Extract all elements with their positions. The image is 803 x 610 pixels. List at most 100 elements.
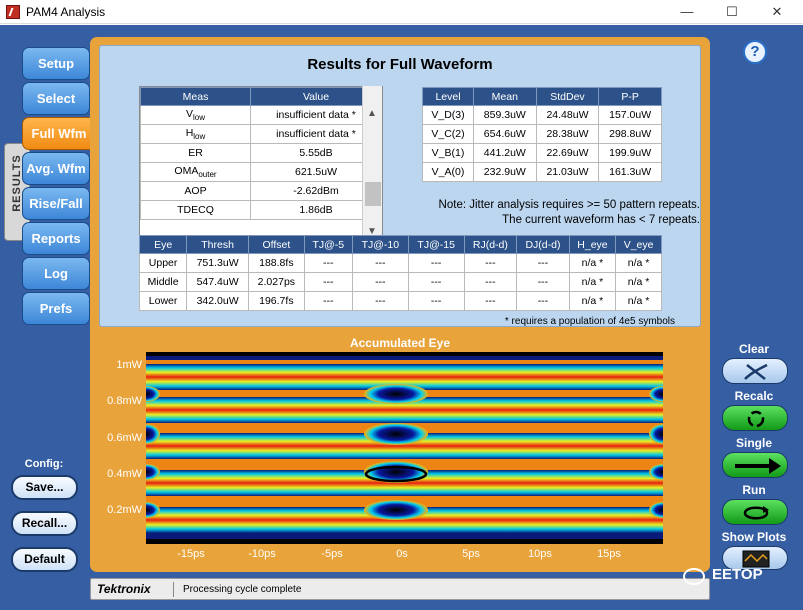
table-row: Lower 342.0uW 196.7fs --- --- --- --- --… [138,291,662,311]
rj-cell: --- [463,272,518,292]
table-row: Hlow insufficient data * [140,124,382,144]
recall-button[interactable]: Recall... [11,511,78,536]
tab-reports[interactable]: Reports [22,222,90,255]
stddev-cell: 28.38uW [535,124,600,144]
pp-cell: 199.9uW [598,143,662,163]
table-row: V_A(0) 232.9uW 21.03uW 161.3uW [422,162,662,182]
plot-title: Accumulated Eye [349,336,451,350]
meas-name: OMAouter [140,162,251,182]
tj10-cell: --- [351,291,409,311]
offset-cell: 2.027ps [248,272,305,292]
eye-cell: Lower [138,291,188,311]
y-tick-label: 0.2mW [107,504,142,516]
table-row: AOP -2.62dBm [140,181,382,201]
run-button[interactable] [722,499,788,525]
h-eye-cell: n/a * [568,291,617,311]
table-row: V_D(3) 859.3uW 24.48uW 157.0uW [422,105,662,125]
stddev-cell: 22.69uW [535,143,600,163]
wechat-icon [683,568,705,585]
tj10-cell: --- [351,253,409,273]
y-tick-label: 0.6mW [107,432,142,444]
tab-rise-fall[interactable]: Rise/Fall [22,187,90,220]
eye-header: Eye [138,235,188,254]
offset-cell: 196.7fs [248,291,305,311]
meas-table-container[interactable]: Meas Value Vlow insufficient data * Hlow… [139,86,383,242]
tab-avg-wfm[interactable]: Avg. Wfm [22,152,90,185]
single-button[interactable] [722,452,788,478]
status-bar: Tektronix Processing cycle complete [90,578,710,600]
maximize-button[interactable]: ☐ [712,2,752,22]
x-tick-label: -15ps [177,548,205,560]
arrow-right-icon [735,458,781,474]
tj10-header: TJ@-10 [351,235,409,254]
meas-name: Vlow [140,105,251,125]
clear-button[interactable] [722,358,788,384]
eye-cell: Middle [138,272,188,292]
jitter-note-line1: Note: Jitter analysis requires >= 50 pat… [438,199,700,211]
thresh-cell: 547.4uW [186,272,250,292]
population-footnote: * requires a population of 4e5 symbols [504,316,675,327]
clear-label: Clear [738,342,770,356]
status-message: Processing cycle complete [183,584,302,595]
mean-cell: 859.3uW [472,105,537,125]
mean-cell: 441.2uW [472,143,537,163]
dj-cell: --- [516,272,570,292]
meas-table: Meas Value Vlow insufficient data * Hlow… [140,87,382,220]
scroll-thumb[interactable] [365,182,381,206]
thresh-cell: 342.0uW [186,291,250,311]
status-divider [173,582,174,597]
v-eye-cell: n/a * [615,291,662,311]
meas-scrollbar[interactable]: ▲ ▼ [362,86,382,242]
v-eye-header: V_eye [615,235,662,254]
pp-header: P-P [598,87,662,106]
results-area: Results for Full Waveform Meas Value Vlo… [99,45,701,327]
tj10-cell: --- [351,272,409,292]
tab-full-wfm[interactable]: Full Wfm [22,117,96,150]
tab-prefs[interactable]: Prefs [22,292,90,325]
tj5-cell: --- [303,272,353,292]
rj-cell: --- [463,253,518,273]
save-button[interactable]: Save... [11,475,78,500]
table-row: OMAouter 621.5uW [140,162,382,182]
eye-table: Eye Thresh Offset TJ@-5 TJ@-10 TJ@-15 RJ… [138,235,662,311]
tj5-cell: --- [303,291,353,311]
level-cell: V_A(0) [422,162,474,182]
meas-name: Hlow [140,124,251,144]
tab-log[interactable]: Log [22,257,90,290]
meas-name: ER [140,143,251,163]
x-tick-label: -10ps [248,548,276,560]
help-button[interactable]: ? [743,40,767,64]
eye-diagram[interactable] [146,352,663,544]
minimize-button[interactable]: — [667,2,707,22]
eye-cell: Upper [138,253,188,273]
tektronix-logo: Tektronix [97,582,151,596]
x-tick-label: -5ps [321,548,343,560]
level-table: Level Mean StdDev P-P V_D(3) 859.3uW 24.… [422,87,662,182]
clear-icon [744,363,768,380]
dj-cell: --- [516,291,570,311]
close-button[interactable]: ✕ [757,2,797,22]
app-icon [6,5,20,19]
pp-cell: 157.0uW [598,105,662,125]
stddev-cell: 21.03uW [535,162,600,182]
dj-cell: --- [516,253,570,273]
default-button[interactable]: Default [11,547,78,572]
tab-setup[interactable]: Setup [22,47,90,80]
run-label: Run [742,483,766,497]
level-cell: V_C(2) [422,124,474,144]
h-eye-header: H_eye [568,235,617,254]
stddev-cell: 24.48uW [535,105,600,125]
y-tick-label: 0.4mW [107,468,142,480]
offset-header: Offset [248,235,305,254]
pp-cell: 161.3uW [598,162,662,182]
watermark-text: EETOP [712,566,763,583]
scroll-up-icon[interactable]: ▲ [367,108,377,119]
recalc-button[interactable] [722,405,788,431]
tab-select[interactable]: Select [22,82,90,115]
x-tick-label: 5ps [462,548,480,560]
table-row: ER 5.55dB [140,143,382,163]
recalc-label: Recalc [734,389,774,403]
y-tick-label: 1mW [116,359,142,371]
y-tick-label: 0.8mW [107,395,142,407]
table-row: TDECQ 1.86dB [140,200,382,220]
